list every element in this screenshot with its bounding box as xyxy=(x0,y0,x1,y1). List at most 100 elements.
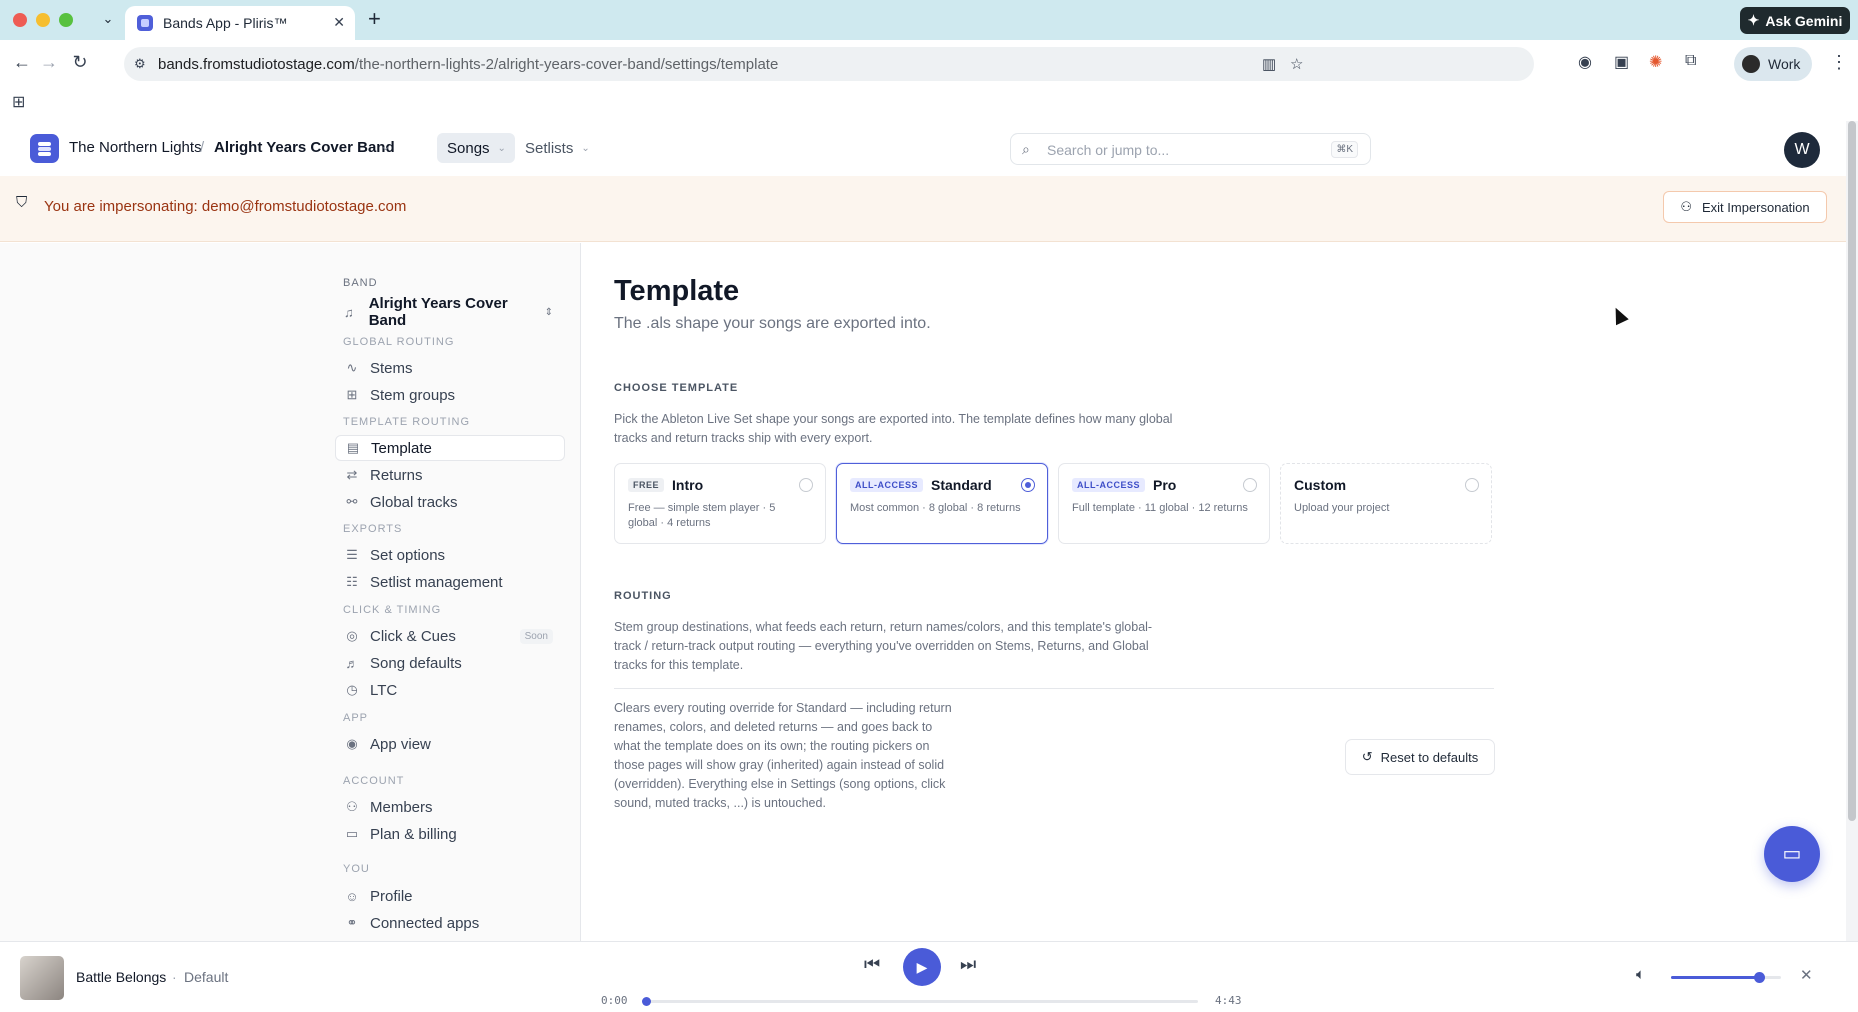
play-icon[interactable]: ▶ xyxy=(903,948,941,986)
sidebar-item-set-options[interactable]: ☰ Set options xyxy=(335,542,565,568)
template-card-standard[interactable]: ALL-ACCESS Standard Most common · 8 glob… xyxy=(836,463,1048,544)
progress-handle[interactable] xyxy=(642,997,651,1006)
browser-tab-active[interactable]: Bands App - Pliris™ ✕ xyxy=(125,6,355,40)
sidebar-item-label: Returns xyxy=(370,466,423,484)
ask-gemini-button[interactable]: ✦ Ask Gemini xyxy=(1740,7,1850,34)
app-header: The Northern Lights / Alright Years Cove… xyxy=(0,121,1846,175)
sidebar-item-connected-apps[interactable]: ⚭ Connected apps xyxy=(335,910,565,936)
screenshot-camera-icon[interactable]: ▣ xyxy=(1614,52,1629,72)
sidebar-item-stem-groups[interactable]: ⊞ Stem groups xyxy=(335,382,565,408)
description-line: tracks for this template. xyxy=(614,658,744,672)
user-avatar[interactable]: W xyxy=(1784,132,1820,168)
sidebar-item-ltc[interactable]: ◷ LTC xyxy=(335,677,565,703)
apps-grid-icon[interactable]: ⊞ xyxy=(12,92,25,112)
now-playing-variant: Default xyxy=(184,969,229,985)
menu-setlists[interactable]: Setlists ⌄ xyxy=(525,133,590,163)
url-path: /the-northern-lights-2/alright-years-cov… xyxy=(354,56,779,73)
template-card-header: FREE Intro xyxy=(628,477,703,493)
template-radio-custom[interactable] xyxy=(1465,478,1479,492)
new-tab-button[interactable]: + xyxy=(368,8,381,30)
close-player-icon[interactable]: ✕ xyxy=(1800,966,1813,984)
extensions-puzzle-icon[interactable]: ⧉ xyxy=(1685,52,1696,70)
page-scrollbar[interactable] xyxy=(1846,121,1858,941)
section-you: YOU xyxy=(343,863,370,875)
extension-burst-icon[interactable]: ✺ xyxy=(1649,52,1662,72)
exit-impersonation-button[interactable]: ⚇ Exit Impersonation xyxy=(1663,191,1827,223)
shield-icon: ⛉ xyxy=(16,194,28,211)
template-badge: ALL-ACCESS xyxy=(1072,478,1145,492)
sliders-icon: ☰ xyxy=(346,547,358,562)
sidebar-item-click-cues[interactable]: ◎ Click & Cues Soon xyxy=(335,623,565,649)
sidebar-item-label: Set options xyxy=(370,546,446,564)
volume-icon[interactable]: 🔈︎ xyxy=(1636,966,1645,983)
nodes-icon: ⚯ xyxy=(346,494,358,509)
band-switch-chevron-icon[interactable]: ⌄ xyxy=(381,140,390,153)
chat-bubble-icon[interactable]: ▭ xyxy=(1764,826,1820,882)
sidebar-item-song-defaults[interactable]: ♬ Song defaults xyxy=(335,650,565,676)
sidebar-item-setlist-management[interactable]: ☷ Setlist management xyxy=(335,569,565,595)
address-bar[interactable]: ⚙ bands.fromstudiotostage.com/the-northe… xyxy=(124,47,1534,81)
template-description: Most common · 8 global · 8 returns xyxy=(850,502,1021,514)
sidebar-item-template[interactable]: ▤ Template xyxy=(335,435,565,461)
user-x-icon: ⚇ xyxy=(1680,199,1692,214)
tab-close-icon[interactable]: ✕ xyxy=(333,14,345,31)
profile-chip[interactable]: Work xyxy=(1734,47,1812,81)
section-template-routing: TEMPLATE ROUTING xyxy=(343,416,471,428)
now-playing-title[interactable]: Battle Belongs xyxy=(76,969,166,985)
reload-icon[interactable]: ↻ xyxy=(68,52,92,73)
template-radio-standard[interactable] xyxy=(1021,478,1035,492)
template-radio-intro[interactable] xyxy=(799,478,813,492)
skip-forward-icon[interactable]: ⏭ xyxy=(960,954,976,975)
sidebar-item-label: Click & Cues xyxy=(370,627,456,645)
forward-arrow-icon[interactable]: → xyxy=(37,52,61,73)
browser-menu-icon[interactable]: ⋮ xyxy=(1830,52,1848,73)
template-card-header: ALL-ACCESS Standard xyxy=(850,477,992,493)
bookmark-star-icon[interactable]: ☆ xyxy=(1290,55,1303,73)
sidebar-item-global-tracks[interactable]: ⚯ Global tracks xyxy=(335,489,565,515)
breadcrumb-band[interactable]: Alright Years Cover Band xyxy=(214,139,395,156)
search-icon: ⌕ xyxy=(1022,141,1030,157)
window-minimize-button[interactable] xyxy=(36,13,50,27)
volume-fill xyxy=(1671,976,1759,979)
browser-tab-bar: ⌄ Bands App - Pliris™ ✕ + ✦ Ask Gemini xyxy=(0,0,1858,40)
volume-handle[interactable] xyxy=(1754,972,1765,983)
breadcrumb-org[interactable]: The Northern Lights xyxy=(69,139,202,156)
ask-gemini-label: Ask Gemini xyxy=(1765,12,1843,29)
sidebar-item-label: Profile xyxy=(370,887,413,905)
progress-bar[interactable] xyxy=(642,997,1198,1006)
tab-search-chevron-icon[interactable]: ⌄ xyxy=(98,9,118,29)
search-input[interactable]: ⌕ Search or jump to... ⌘K xyxy=(1010,133,1371,165)
chevron-down-icon: ⌄ xyxy=(497,142,506,154)
sidebar-item-app-view[interactable]: ◉ App view xyxy=(335,731,565,757)
template-name: Pro xyxy=(1153,477,1177,493)
volume-slider[interactable] xyxy=(1671,972,1781,983)
extension-shield-icon[interactable]: ◉ xyxy=(1578,52,1592,72)
menu-songs[interactable]: Songs ⌄ xyxy=(437,133,515,163)
band-selector[interactable]: ♫ Alright Years Cover Band ⇕ xyxy=(335,295,565,329)
scrollbar-thumb[interactable] xyxy=(1848,121,1856,821)
sidebar-item-plan-billing[interactable]: ▭ Plan & billing xyxy=(335,821,565,847)
sidebar-item-returns[interactable]: ⇄ Returns xyxy=(335,462,565,488)
reset-to-defaults-label: Reset to defaults xyxy=(1380,749,1479,765)
template-card-intro[interactable]: FREE Intro Free — simple stem player · 5… xyxy=(614,463,826,544)
reset-to-defaults-button[interactable]: ↺ Reset to defaults xyxy=(1345,739,1495,775)
template-radio-pro[interactable] xyxy=(1243,478,1257,492)
sidebar-item-label: Setlist management xyxy=(370,573,503,591)
sidebar-item-members[interactable]: ⚇ Members xyxy=(335,794,565,820)
users-icon: ⚇ xyxy=(346,799,358,814)
sidebar-item-profile[interactable]: ☺ Profile xyxy=(335,883,565,909)
template-description: Full template · 11 global · 12 returns xyxy=(1072,502,1248,514)
template-card-pro[interactable]: ALL-ACCESS Pro Full template · 11 global… xyxy=(1058,463,1270,544)
template-card-custom[interactable]: Custom Upload your project xyxy=(1280,463,1492,544)
window-close-button[interactable] xyxy=(13,13,27,27)
sidebar-item-stems[interactable]: ∿ Stems xyxy=(335,355,565,381)
app-logo[interactable] xyxy=(30,134,59,163)
reading-mode-icon[interactable]: ▥ xyxy=(1262,55,1276,73)
menu-songs-label: Songs xyxy=(447,139,490,157)
back-arrow-icon[interactable]: ← xyxy=(10,52,34,73)
section-account: ACCOUNT xyxy=(343,775,405,787)
window-zoom-button[interactable] xyxy=(59,13,73,27)
skip-back-icon[interactable]: ⏮ xyxy=(864,954,880,975)
grid-plus-icon: ⊞ xyxy=(346,387,358,402)
site-info-icon[interactable]: ⚙ xyxy=(134,56,146,72)
